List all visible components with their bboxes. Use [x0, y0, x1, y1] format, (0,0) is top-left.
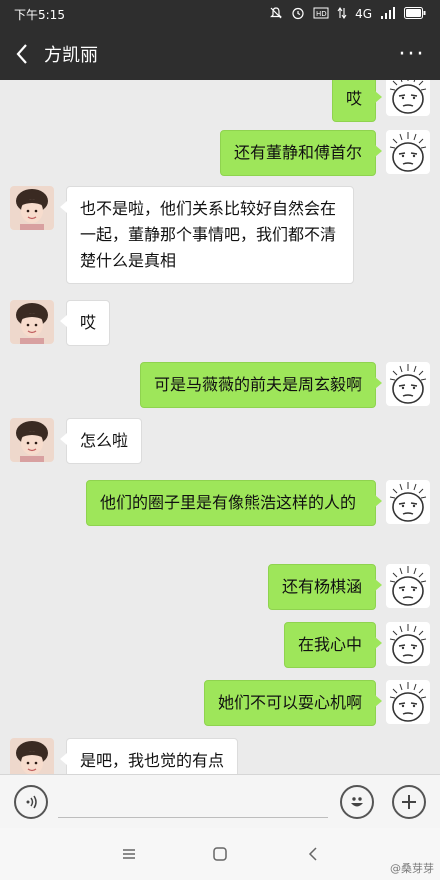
message-bubble-received[interactable]: 也不是啦，他们关系比较好自然会在一起，董静那个事情吧，我们都不清楚什么是真相: [60, 186, 354, 284]
chat-header: 方凯丽 ···: [0, 28, 440, 80]
signal-icon: [380, 6, 396, 23]
message-bubble-received[interactable]: 哎: [59, 300, 111, 346]
battery-icon: [404, 6, 426, 22]
message-bubble-received[interactable]: 是吧，我也觉的有点: [59, 738, 239, 774]
message-bubble-sent[interactable]: 可是马薇薇的前夫是周玄毅啊: [139, 362, 383, 408]
menu-icon: [123, 849, 135, 859]
system-nav-bar: @桑芽芽: [0, 828, 440, 880]
voice-icon: [26, 795, 37, 809]
contact-avatar[interactable]: [10, 300, 54, 344]
message-bubble-sent[interactable]: 他们的圈子里是有像熊浩这样的人的: [86, 480, 382, 526]
contact-avatar[interactable]: [10, 186, 54, 230]
alarm-icon: [291, 6, 305, 23]
my-avatar[interactable]: [386, 80, 430, 116]
back-button[interactable]: [0, 28, 44, 80]
status-time: 下午5:15: [14, 7, 65, 22]
my-avatar[interactable]: [386, 680, 430, 724]
message-bubble-sent[interactable]: 在我心中: [283, 622, 383, 668]
my-avatar[interactable]: [386, 564, 430, 608]
contact-avatar[interactable]: [10, 738, 54, 774]
network-type: 4G: [355, 7, 372, 21]
hd-icon: HD: [313, 6, 329, 23]
mute-icon: [269, 6, 283, 23]
chat-title: 方凯丽: [44, 45, 98, 66]
data-arrows-icon: [337, 6, 347, 23]
my-avatar[interactable]: [386, 480, 430, 524]
back-icon: [308, 847, 317, 861]
more-options-button[interactable]: ···: [384, 28, 440, 80]
voice-button[interactable]: [14, 785, 48, 819]
message-bubble-sent[interactable]: 还有董静和傅首尔: [219, 130, 383, 176]
message-bubble-sent[interactable]: 哎: [331, 80, 383, 122]
message-bubble-sent[interactable]: 她们不可以耍心机啊: [203, 680, 383, 726]
my-avatar[interactable]: [386, 130, 430, 174]
message-input[interactable]: [58, 817, 328, 818]
home-button[interactable]: [208, 842, 232, 866]
nav-back-button[interactable]: [301, 842, 325, 866]
my-avatar[interactable]: [386, 622, 430, 666]
chevron-left-icon: [16, 44, 27, 64]
emoji-button[interactable]: [340, 785, 374, 819]
contact-avatar[interactable]: [10, 418, 54, 462]
menu-button[interactable]: [117, 842, 141, 866]
message-bubble-sent[interactable]: 还有杨棋涵: [267, 564, 383, 610]
my-avatar[interactable]: [386, 362, 430, 406]
message-list[interactable]: 哎 还有董静和傅首尔 也不是啦，他们关系比较好自然会在一起，董静那个事情吧，我们…: [0, 80, 440, 774]
home-icon: [213, 847, 227, 861]
message-input-bar: [0, 774, 440, 828]
svg-text:HD: HD: [316, 10, 327, 18]
add-button[interactable]: [392, 785, 426, 819]
emoji-icon: [351, 797, 363, 807]
watermark: @桑芽芽: [390, 862, 434, 875]
message-bubble-received[interactable]: 怎么啦: [59, 418, 143, 464]
status-bar: 下午5:15 HD 4G: [0, 0, 440, 28]
plus-icon: [402, 795, 416, 809]
